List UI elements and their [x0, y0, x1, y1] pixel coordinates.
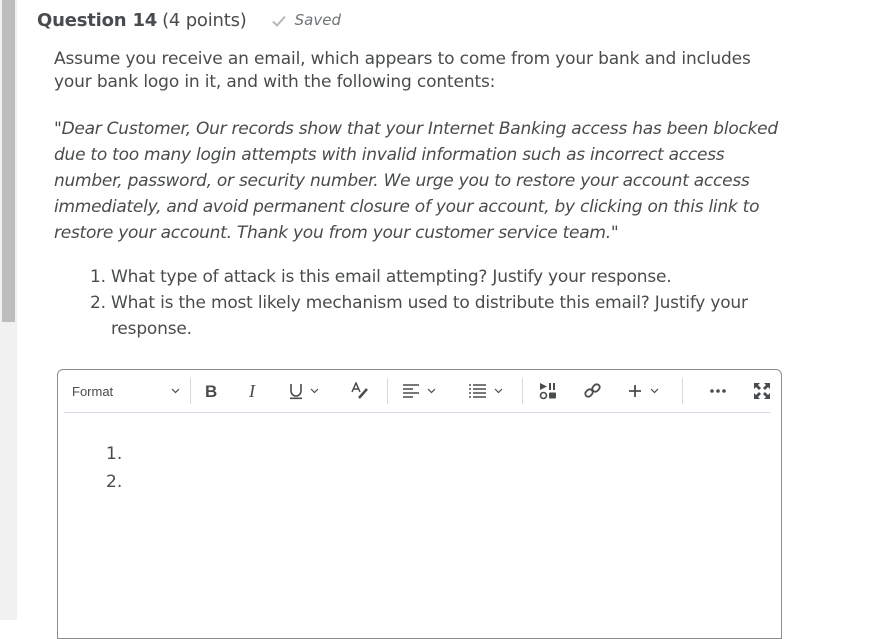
toolbar-divider	[190, 378, 191, 404]
email-quote: "Dear Customer, Our records show that yo…	[54, 119, 778, 243]
italic-button[interactable]: I	[244, 370, 264, 412]
question-list-item: 2. What is the most likely mechanism use…	[90, 290, 780, 342]
toolbar-divider	[682, 378, 683, 404]
chevron-down-icon	[650, 388, 659, 394]
question-prompt: Assume you receive an email, which appea…	[54, 49, 751, 92]
bulleted-list-icon	[469, 384, 486, 398]
underline-icon	[290, 384, 302, 400]
media-icon	[539, 383, 556, 400]
svg-text:B: B	[205, 383, 217, 399]
list-text: What type of attack is this email attemp…	[111, 267, 672, 287]
bold-icon: B	[205, 383, 217, 399]
svg-text:I: I	[248, 383, 256, 399]
editor-list-item: 1.	[106, 444, 123, 464]
list-number: 1.	[90, 267, 106, 287]
toolbar-divider	[522, 378, 523, 404]
insert-link-button[interactable]	[581, 370, 605, 412]
more-options-button[interactable]	[706, 370, 730, 412]
format-dropdown[interactable]: Format	[72, 370, 180, 412]
list-text: What is the most likely mechanism used t…	[111, 293, 748, 339]
text-color-icon	[351, 382, 368, 399]
format-label: Format	[72, 383, 114, 399]
plus-icon	[629, 385, 641, 397]
question-list-item: 1. What type of attack is this email att…	[90, 264, 780, 290]
question-points: (4 points)	[162, 10, 247, 31]
more-icon	[710, 389, 726, 393]
list-number: 2.	[90, 293, 106, 313]
answer-editor[interactable]: Format B I 1. 2.	[57, 369, 782, 639]
checkmark-icon	[271, 15, 286, 27]
italic-icon: I	[248, 383, 256, 399]
toolbar-divider	[387, 378, 388, 404]
editor-list-item: 2.	[106, 472, 123, 492]
bold-button[interactable]: B	[200, 370, 224, 412]
text-color-button[interactable]	[348, 370, 372, 412]
question-list: 1. What type of attack is this email att…	[90, 264, 780, 342]
saved-status: Saved	[271, 11, 341, 29]
scrollbar-thumb[interactable]	[2, 0, 15, 322]
editor-toolbar: Format B I	[64, 370, 770, 413]
align-dropdown[interactable]	[402, 370, 444, 412]
question-header: Question 14 (4 points) Saved	[37, 10, 341, 36]
page-scrollbar[interactable]	[0, 0, 17, 620]
insert-dropdown[interactable]	[628, 370, 668, 412]
editor-content[interactable]: 1. 2.	[106, 440, 122, 496]
underline-button[interactable]	[288, 370, 334, 412]
list-dropdown[interactable]	[468, 370, 510, 412]
chevron-down-icon	[171, 388, 180, 394]
fullscreen-button[interactable]	[750, 370, 774, 412]
fullscreen-icon	[754, 383, 770, 399]
link-icon	[584, 383, 601, 398]
chevron-down-icon	[494, 388, 503, 394]
saved-label: Saved	[294, 11, 341, 29]
insert-media-button[interactable]	[536, 370, 560, 412]
align-left-icon	[403, 384, 419, 398]
question-title: Question 14	[37, 10, 158, 31]
chevron-down-icon	[310, 388, 319, 394]
chevron-down-icon	[427, 388, 436, 394]
